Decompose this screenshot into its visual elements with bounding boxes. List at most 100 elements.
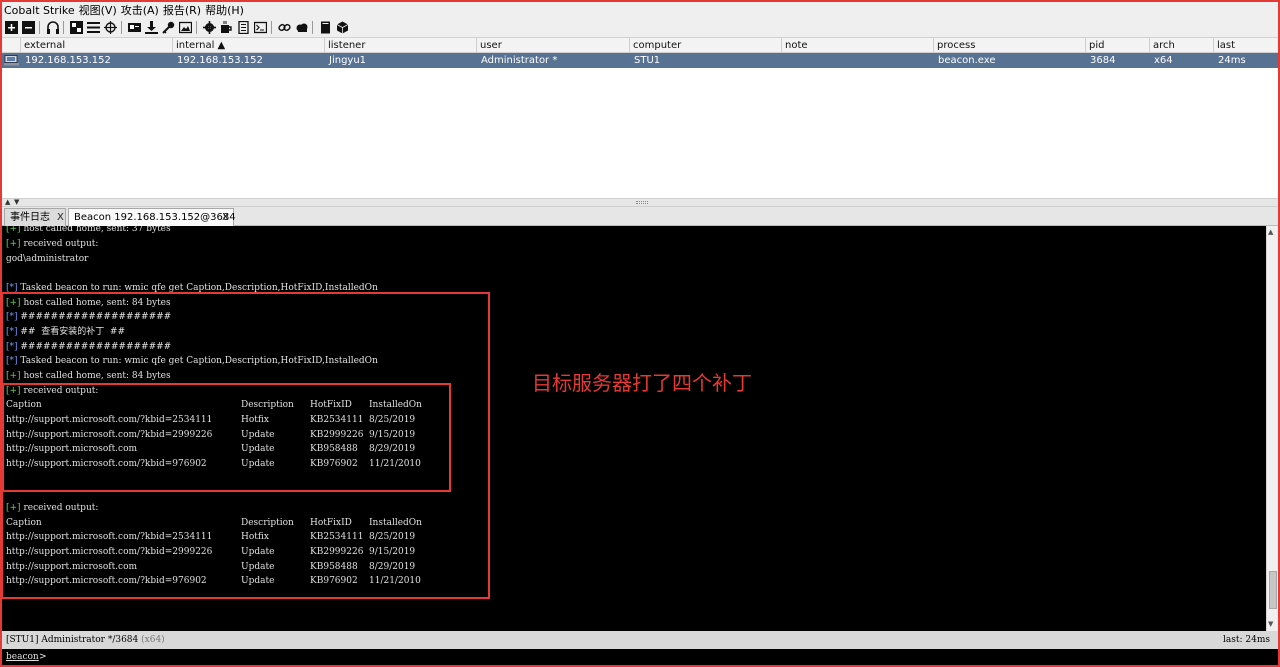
status-last: last: 24ms [1223,635,1270,645]
crosshair-icon[interactable] [103,20,118,35]
session-arch: x64 [1154,55,1173,66]
session-note [783,53,786,68]
column-header-external[interactable]: external [21,38,173,53]
menu-attack[interactable]: 攻击(A) [119,2,161,18]
console-line: [+] host called home, sent: 84 bytes [6,371,171,381]
coffee-icon[interactable] [219,20,234,35]
gear-icon[interactable] [202,20,217,35]
link-icon[interactable] [277,20,292,35]
menu-help[interactable]: 帮助(H) [203,2,246,18]
toolbar [2,18,1278,38]
tab-event-log-close-icon[interactable]: X [57,209,64,226]
column-header-arch[interactable]: arch [1150,38,1214,53]
column-header-note[interactable]: note [782,38,934,53]
column-header-last[interactable]: last [1214,38,1278,53]
document-icon[interactable] [236,20,251,35]
console-line: [+] received output: [6,386,99,396]
menu-view[interactable]: 视图(V) [77,2,119,18]
tab-beacon[interactable]: Beacon 192.168.153.152@3684 X [68,208,236,227]
toolbar-separator [63,21,64,34]
column-header-user[interactable]: user [477,38,630,53]
beacon-prompt: beacon [6,652,39,662]
console-line: [+] received output: [6,239,99,249]
plus-icon[interactable] [4,20,19,35]
session-last: 24ms [1218,55,1246,66]
console-line: [+] received output: [6,503,99,513]
sessions-table: external internal ▲ listener user comput… [2,38,1278,198]
menu-bar: Cobalt Strike 视图(V) 攻击(A) 报告(R) 帮助(H) [2,2,1278,18]
output-row: http://support.microsoft.com/?kbid=25341… [6,415,416,425]
command-input[interactable] [48,651,1248,663]
column-header-pid[interactable]: pid [1086,38,1150,53]
book-icon[interactable] [318,20,333,35]
scroll-up-icon[interactable]: ▲ [1268,228,1273,236]
console-line: [*] Tasked beacon to run: wmic qfe get C… [6,283,378,293]
session-internal: 192.168.153.152 [177,55,263,66]
session-listener: Jingyu1 [329,55,367,66]
beacon-console[interactable]: [+] host called home, sent: 37 bytes [+]… [2,226,1266,631]
session-user: Administrator * [481,55,558,66]
minus-icon[interactable] [21,20,36,35]
annotation-text: 目标服务器打了四个补丁 [532,371,752,395]
output-row: http://support.microsoft.com/?kbid=25341… [6,532,416,542]
toolbar-separator [312,21,313,34]
console-line: [*] ## 查看安装的补丁 ## [6,327,125,337]
tab-beacon-label: Beacon 192.168.153.152@3684 [74,212,236,223]
console-scrollbar[interactable]: ▲ ▼ [1266,226,1278,631]
headphones-icon[interactable] [45,20,60,35]
scroll-down-icon[interactable]: ▼ [1268,620,1273,628]
key-icon[interactable] [161,20,176,35]
output-row: http://support.microsoft.com Update KB95… [6,562,416,572]
cube-icon[interactable] [335,20,350,35]
console-line: [*] #################### [6,342,172,352]
output-row: http://support.microsoft.com/?kbid=29992… [6,547,416,557]
output-header: Caption Description HotFixID InstalledOn [6,518,422,528]
console-line: [*] Tasked beacon to run: wmic qfe get C… [6,356,378,366]
tab-bar: 事件日志 X Beacon 192.168.153.152@3684 X [2,207,1278,227]
toolbar-separator [271,21,272,34]
splitter-grip-icon[interactable] [636,201,648,204]
tab-event-log[interactable]: 事件日志 X [4,208,66,226]
output-header: Caption Description HotFixID InstalledOn [6,400,422,410]
column-header-internal[interactable]: internal ▲ [173,38,325,53]
column-header-icon[interactable] [2,38,21,53]
session-process: beacon.exe [938,55,996,66]
tab-event-log-label: 事件日志 [10,212,50,223]
column-header-listener[interactable]: listener [325,38,477,53]
session-external: 192.168.153.152 [25,55,111,66]
toolbar-separator [196,21,197,34]
column-header-process[interactable]: process [934,38,1086,53]
toolbar-separator [39,21,40,34]
menu-reporting[interactable]: 报告(R) [161,2,203,18]
session-row[interactable]: 192.168.153.152 192.168.153.152 Jingyu1 … [2,53,1278,68]
status-session: [STU1] Administrator */3684 (x64) [6,635,165,645]
cloud-icon[interactable] [294,20,309,35]
list-icon[interactable] [86,20,101,35]
status-bar: [STU1] Administrator */3684 (x64) last: … [2,631,1278,649]
output-row: http://support.microsoft.com/?kbid=29992… [6,430,416,440]
collapse-up-icon[interactable]: ▲ [5,199,10,206]
cobalt-strike-window: Cobalt Strike 视图(V) 攻击(A) 报告(R) 帮助(H) ex… [0,0,1280,667]
credentials-icon[interactable] [127,20,142,35]
collapse-down-icon[interactable]: ▼ [14,199,19,206]
sessions-table-header: external internal ▲ listener user comput… [2,38,1278,53]
output-row: http://support.microsoft.com Update KB95… [6,444,416,454]
computer-icon [4,55,19,66]
image-icon[interactable] [178,20,193,35]
toolbar-separator [121,21,122,34]
column-header-computer[interactable]: computer [630,38,782,53]
scrollbar-thumb[interactable] [1269,571,1277,609]
terminal-icon[interactable] [253,20,268,35]
command-input-line: beacon > [2,649,1278,665]
download-icon[interactable] [144,20,159,35]
console-line: [+] host called home, sent: 37 bytes [6,226,171,234]
session-pid: 3684 [1090,55,1116,66]
console-line: god\administrator [6,254,89,264]
prompt-caret: > [39,652,47,662]
pane-splitter[interactable]: ▲ ▼ [2,198,1278,207]
tab-beacon-close-icon[interactable]: X [222,209,229,226]
console-line: [+] host called home, sent: 84 bytes [6,298,171,308]
status-arch: (x64) [141,635,165,645]
output-row: http://support.microsoft.com/?kbid=97690… [6,576,421,586]
pivot-graph-icon[interactable] [69,20,84,35]
